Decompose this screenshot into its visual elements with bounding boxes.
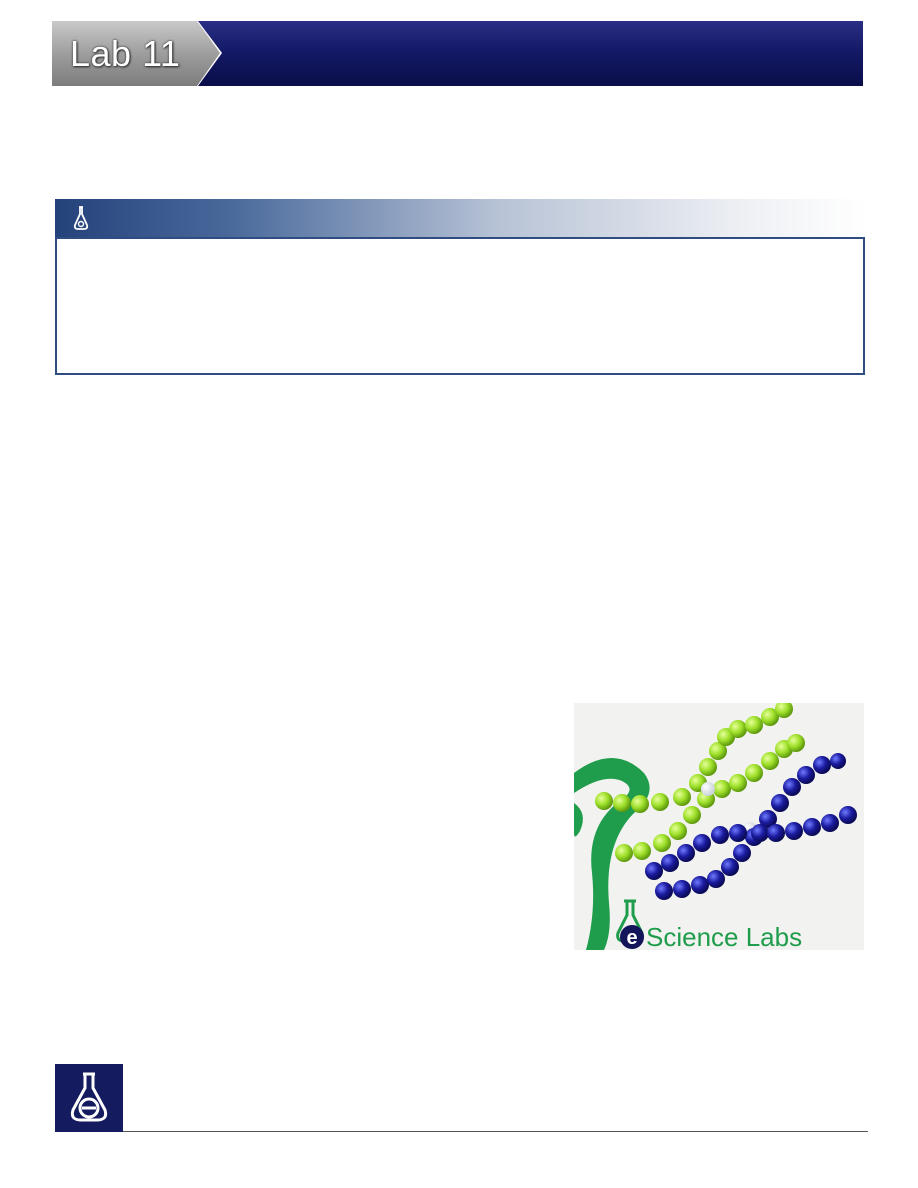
lab-tab: Lab 11	[52, 21, 220, 86]
flask-icon	[73, 206, 89, 230]
header-bar	[198, 21, 863, 86]
objective-box-header	[55, 199, 865, 237]
objective-box-body	[55, 237, 865, 375]
footer-rule	[123, 1131, 868, 1132]
dna-bead-model-photo: e Science Labs	[574, 703, 864, 950]
lab-header-banner: Lab 11	[52, 21, 863, 86]
logo-text: Science Labs	[646, 922, 802, 950]
footer-logo	[55, 1064, 123, 1132]
flask-e-logo-icon	[70, 1072, 108, 1122]
logo-e-letter: e	[626, 927, 637, 949]
lab-title: Lab 11	[70, 33, 181, 74]
